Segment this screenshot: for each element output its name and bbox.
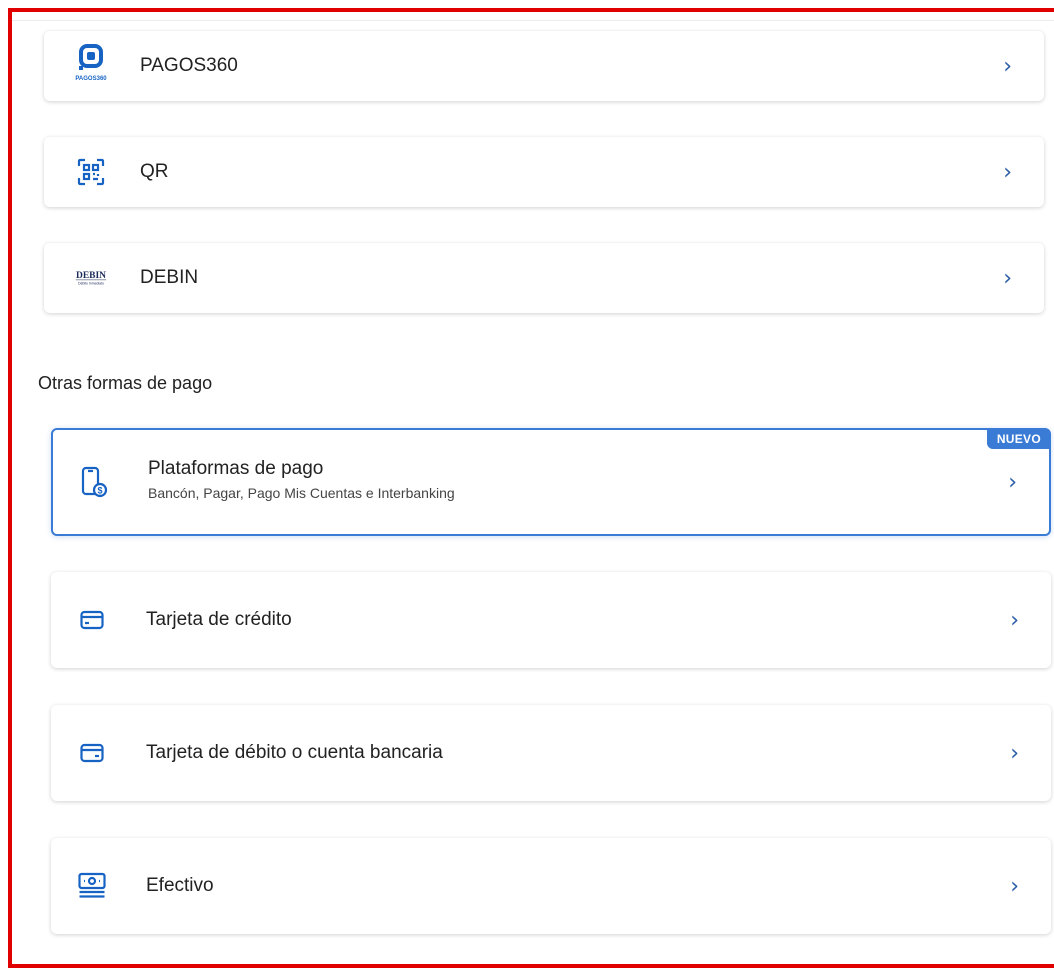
- highlight-frame: [8, 8, 1054, 968]
